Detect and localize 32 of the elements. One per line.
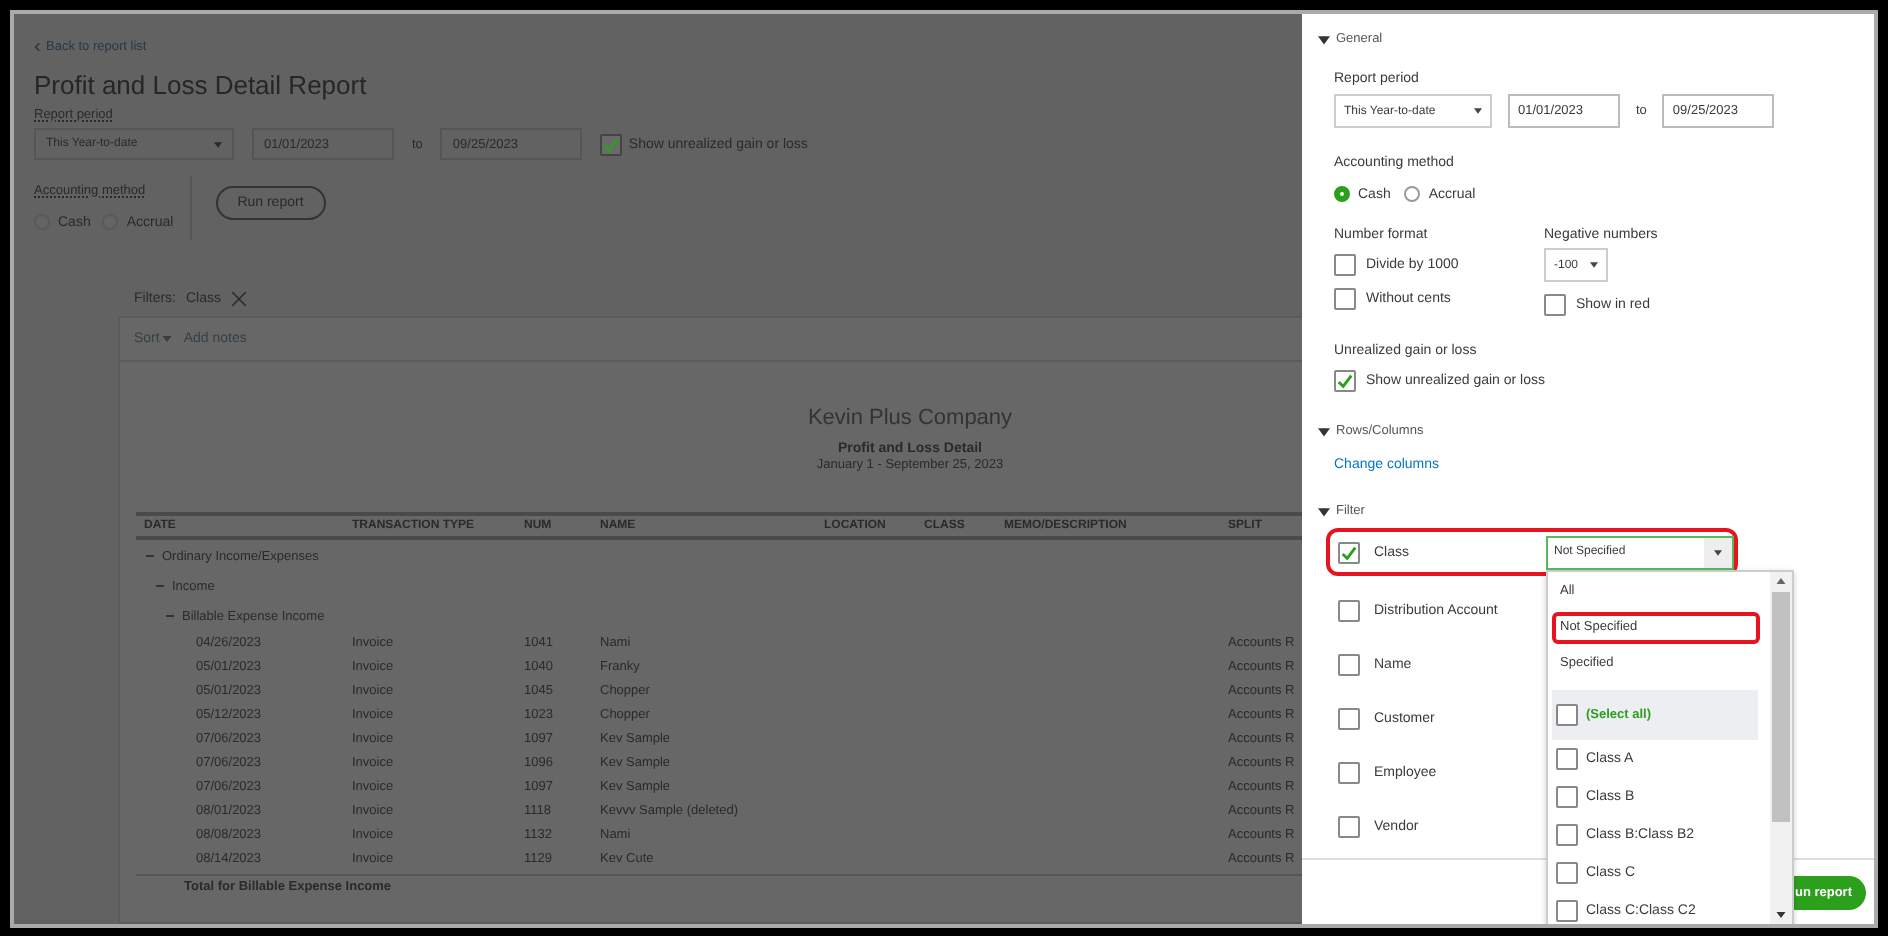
scroll-up-icon[interactable] [1776,577,1786,583]
checkbox[interactable] [1556,861,1578,883]
checkbox[interactable] [1338,654,1360,676]
checkbox[interactable] [1338,708,1360,730]
checkbox[interactable] [1338,762,1360,784]
caret-icon [214,141,222,147]
checkbox[interactable] [1556,747,1578,769]
checkbox[interactable] [600,133,623,155]
expanded-caret-icon[interactable] [1318,33,1330,45]
checkbox[interactable] [1334,254,1356,276]
caret-icon [161,336,172,342]
expanded-caret-icon[interactable] [1318,505,1330,517]
scrollbar[interactable] [1770,571,1792,923]
checkbox[interactable] [1544,294,1566,316]
radio-button[interactable] [1334,186,1350,202]
checkbox[interactable] [1556,899,1578,921]
checkbox[interactable] [1556,785,1578,807]
close-icon[interactable] [231,292,246,306]
checkbox[interactable] [1556,823,1578,845]
page-title: Profit and Loss Detail Report [34,70,367,100]
checkbox[interactable] [1338,816,1360,838]
caret-icon [1714,549,1722,555]
checkbox[interactable] [1334,288,1356,310]
expanded-caret-icon[interactable] [1318,425,1330,437]
radio-button[interactable] [1404,186,1421,202]
caret-icon [1590,262,1599,268]
chevron-left-icon[interactable] [34,42,40,52]
checkbox[interactable] [1338,600,1360,622]
caret-icon [1474,108,1482,114]
checkbox[interactable] [1556,703,1578,725]
checkbox[interactable] [1334,370,1356,392]
checkbox[interactable] [1338,541,1360,563]
